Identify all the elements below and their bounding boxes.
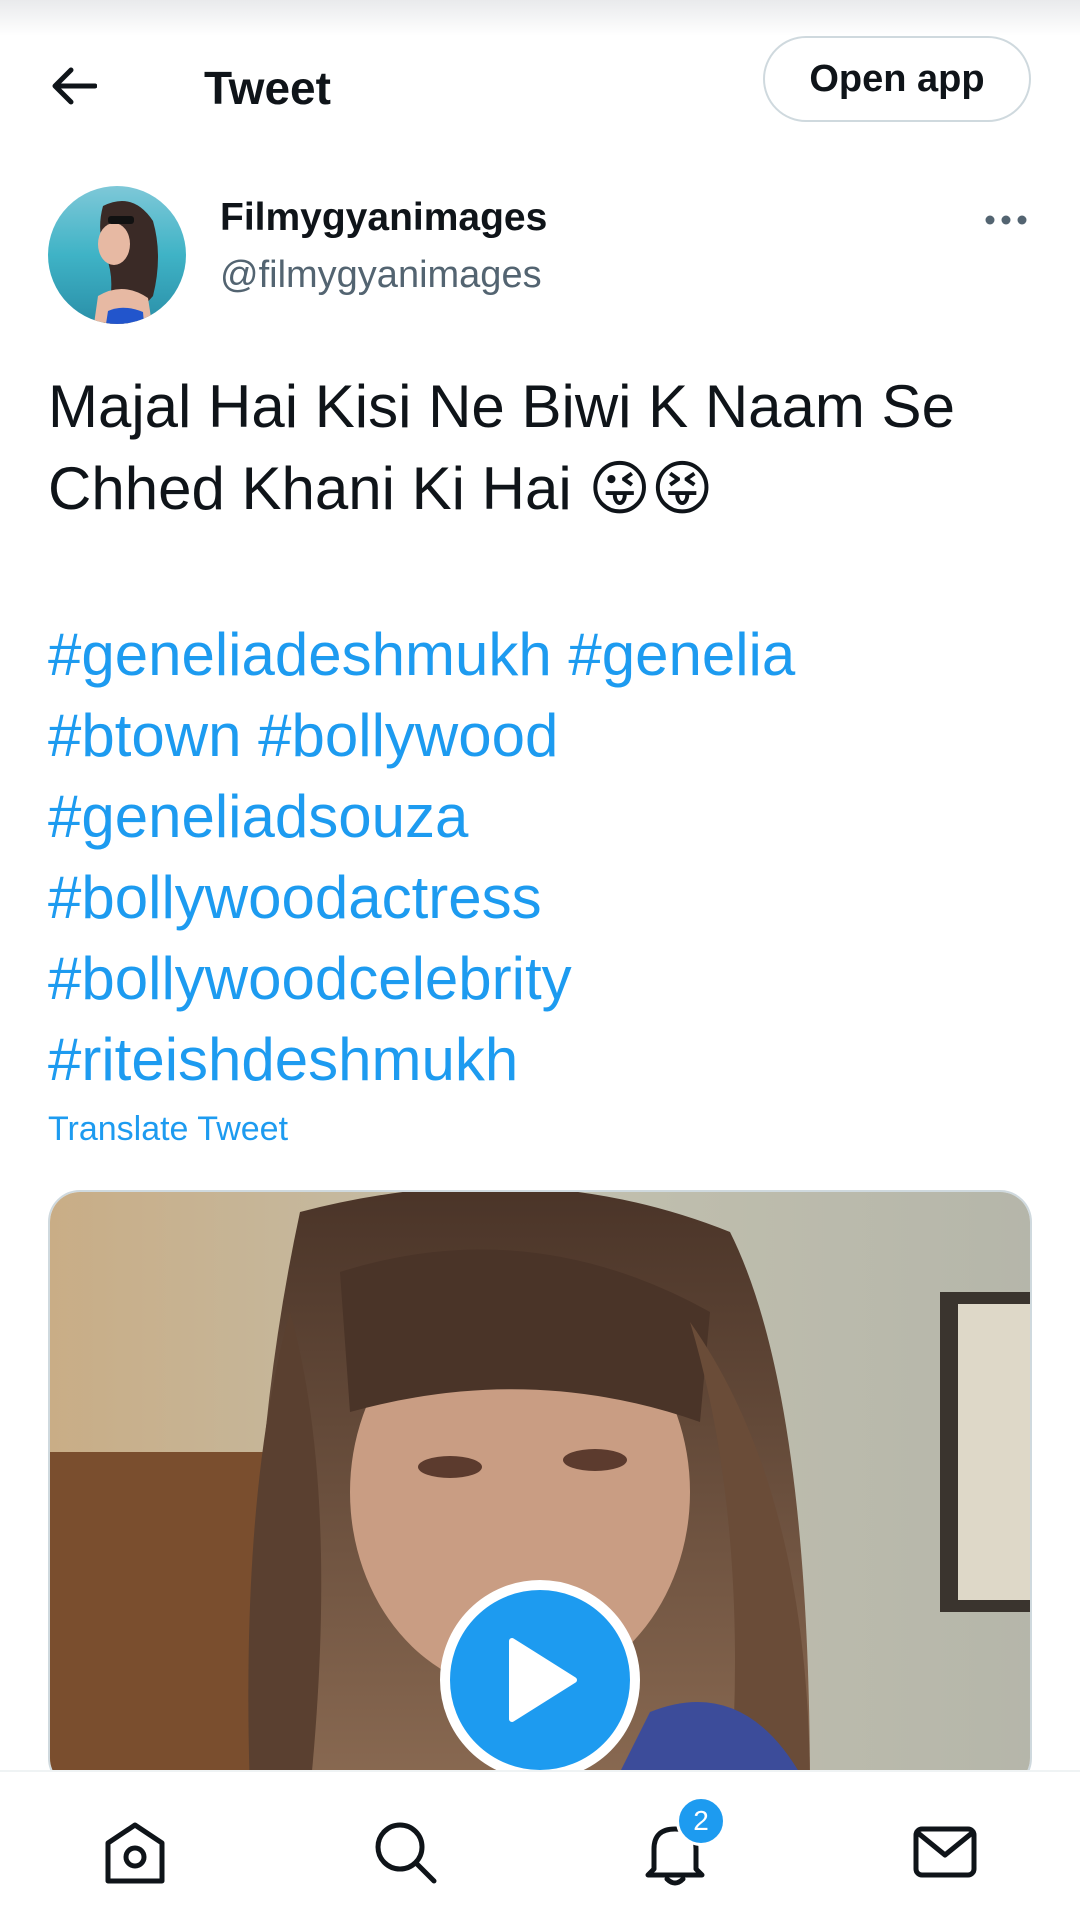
hashtag-link[interactable]: #btown — [48, 702, 241, 769]
hashtag-block: #geneliadeshmukh #genelia #btown #bollyw… — [48, 614, 1048, 1100]
hashtag-link[interactable]: #bollywood — [258, 702, 558, 769]
hashtag-link[interactable]: #bollywoodactress — [48, 864, 542, 931]
bottom-navigation: 2 — [0, 1770, 1080, 1922]
back-button[interactable] — [44, 56, 104, 116]
page-title: Tweet — [204, 62, 331, 114]
status-bar-shade — [0, 0, 1080, 36]
author-handle[interactable]: @filmygyanimages — [220, 254, 542, 297]
hashtag-line: #geneliadsouza — [48, 776, 1048, 857]
avatar[interactable] — [48, 186, 186, 324]
avatar-photo — [48, 186, 186, 324]
home-icon — [105, 1822, 165, 1884]
search-icon — [375, 1822, 437, 1884]
author-name[interactable]: Filmygyanimages — [220, 196, 547, 240]
hashtag-link[interactable]: #geneliadsouza — [48, 783, 468, 850]
back-arrow-icon — [52, 67, 97, 105]
nav-messages[interactable] — [905, 1812, 985, 1892]
hashtag-link[interactable]: #genelia — [568, 621, 795, 688]
hashtag-line: #bollywoodactress — [48, 857, 1048, 938]
top-header: Tweet Open app — [0, 36, 1080, 148]
translate-tweet-link[interactable]: Translate Tweet — [48, 1110, 288, 1149]
hashtag-link[interactable]: #bollywoodcelebrity — [48, 945, 572, 1012]
tweet-text: Majal Hai Kisi Ne Biwi K Naam Se Chhed K… — [48, 373, 955, 522]
nav-search[interactable] — [365, 1812, 445, 1892]
nav-home[interactable] — [95, 1812, 175, 1892]
hashtag-line: #btown #bollywood — [48, 695, 1048, 776]
hashtag-line: #bollywoodcelebrity — [48, 938, 1048, 1019]
more-dots-icon — [985, 215, 1027, 225]
hashtag-line: #geneliadeshmukh #genelia — [48, 614, 1048, 695]
open-app-button[interactable]: Open app — [763, 36, 1031, 122]
notification-count-badge: 2 — [676, 1796, 726, 1846]
play-button[interactable] — [440, 1580, 640, 1780]
hashtag-line: #riteishdeshmukh — [48, 1019, 1048, 1100]
messages-icon — [913, 1826, 977, 1878]
hashtag-link[interactable]: #riteishdeshmukh — [48, 1026, 518, 1093]
play-icon — [509, 1638, 577, 1722]
more-options-button[interactable] — [978, 200, 1034, 240]
hashtag-link[interactable]: #geneliadeshmukh — [48, 621, 552, 688]
